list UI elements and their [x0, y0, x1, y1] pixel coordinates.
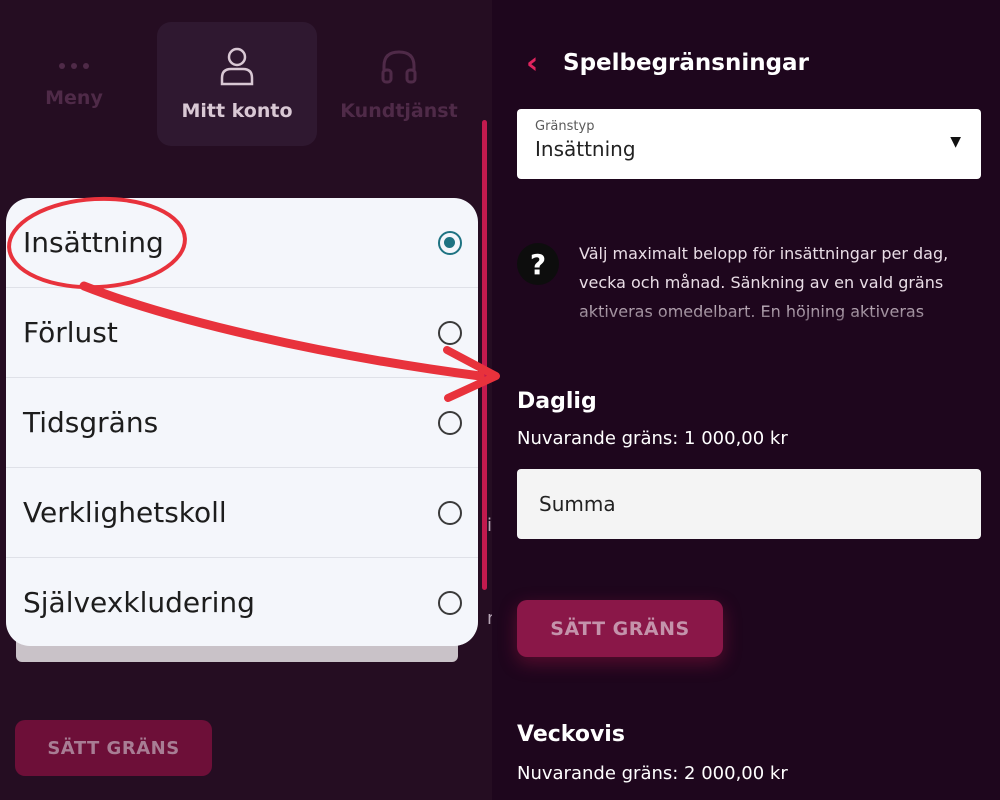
nav-tab-my-account[interactable]: Mitt konto — [157, 22, 317, 146]
radio-empty-icon[interactable] — [438, 410, 462, 435]
nav-tab-customer-service[interactable]: Kundtjänst — [319, 22, 479, 146]
daily-current-limit: Nuvarande gräns: 1 000,00 kr — [517, 428, 788, 449]
info-text: Välj maximalt belopp för insättningar pe… — [579, 244, 949, 321]
headset-icon — [381, 50, 417, 84]
option-deposit[interactable]: Insättning — [6, 198, 478, 288]
daily-title: Daglig — [517, 389, 597, 414]
option-label: Självexkludering — [23, 586, 255, 619]
page-title: Spelbegränsningar — [563, 50, 809, 76]
radio-selected-icon[interactable] — [438, 230, 462, 255]
person-icon — [220, 47, 254, 86]
option-reality-check[interactable]: Verklighetskoll — [6, 468, 478, 558]
radio-empty-icon[interactable] — [438, 320, 462, 345]
option-time-limit[interactable]: Tidsgräns — [6, 378, 478, 468]
option-self-exclusion[interactable]: Självexkludering — [6, 558, 478, 646]
more-dots-icon — [59, 63, 89, 69]
option-label: Förlust — [23, 316, 118, 349]
account-menu-panel: Meny Mitt konto Kundtjänst i n SÄTT GRÄN… — [0, 0, 492, 800]
set-limit-button[interactable]: SÄTT GRÄNS — [517, 600, 723, 657]
help-icon[interactable]: ? — [517, 243, 559, 285]
gaming-limits-panel: ‹ Spelbegränsningar Gränstyp Insättning … — [492, 0, 1000, 800]
option-label: Insättning — [23, 226, 164, 259]
nav-tab-label: Mitt konto — [181, 100, 293, 122]
radio-empty-icon[interactable] — [438, 500, 462, 525]
option-label: Tidsgräns — [23, 406, 159, 439]
nav-tab-menu[interactable]: Meny — [0, 22, 154, 146]
radio-empty-icon[interactable] — [438, 590, 462, 615]
limit-type-select[interactable]: Gränstyp Insättning ▼ — [517, 109, 981, 179]
nav-tab-label: Meny — [45, 87, 103, 109]
option-loss[interactable]: Förlust — [6, 288, 478, 378]
weekly-title: Veckovis — [517, 722, 625, 747]
weekly-current-limit: Nuvarande gräns: 2 000,00 kr — [517, 763, 788, 784]
limit-type-label: Gränstyp — [535, 119, 595, 134]
option-label: Verklighetskoll — [23, 496, 227, 529]
set-limit-button[interactable]: SÄTT GRÄNS — [15, 720, 212, 776]
amount-input[interactable] — [517, 469, 981, 539]
limit-type-options-dialog: Insättning Förlust Tidsgräns Verklighets… — [6, 198, 478, 646]
back-chevron-icon[interactable]: ‹ — [526, 46, 538, 81]
dropdown-caret-icon: ▼ — [950, 134, 961, 150]
nav-tab-label: Kundtjänst — [340, 100, 458, 122]
limit-type-value: Insättning — [535, 137, 636, 161]
